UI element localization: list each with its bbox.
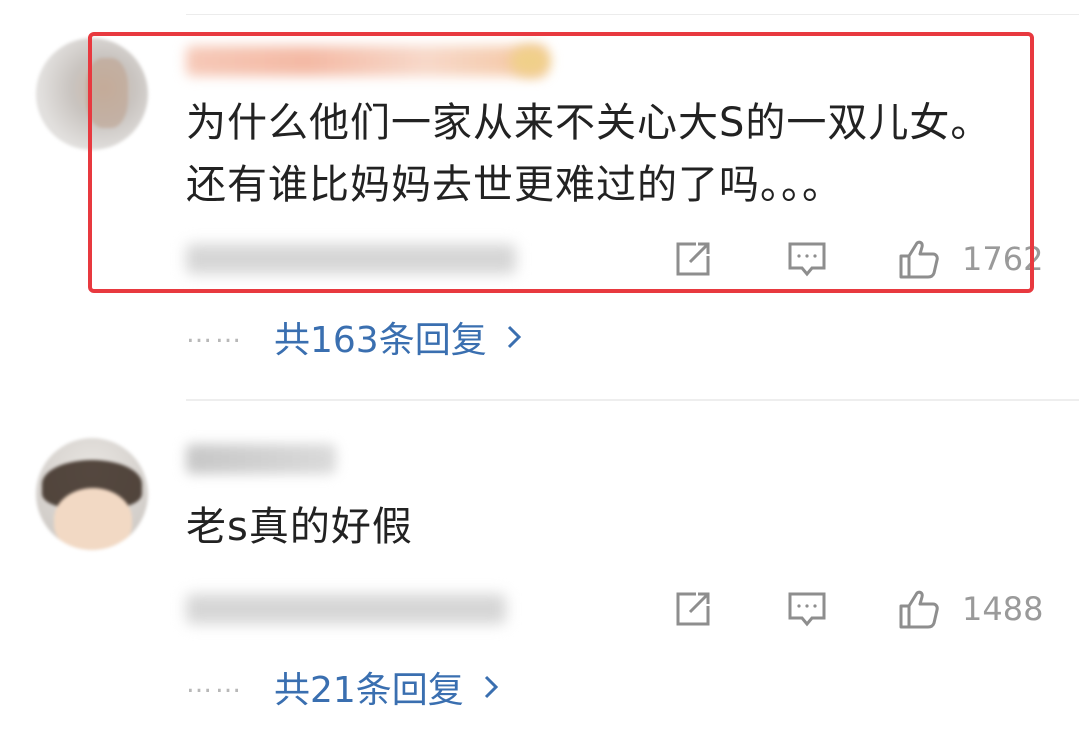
like-button[interactable]: 1488 [896, 584, 1043, 634]
reply-button[interactable] [784, 234, 830, 284]
reply-button[interactable] [784, 584, 830, 634]
comment-actions: 1762 [670, 234, 1070, 284]
comment-meta-blurred [186, 244, 516, 274]
comment-icon [788, 592, 826, 627]
username-blurred[interactable] [186, 444, 336, 474]
replies-dots: …… [186, 319, 244, 349]
thumbs-up-icon [899, 240, 939, 279]
avatar[interactable] [36, 438, 148, 550]
username-blurred[interactable] [186, 46, 546, 76]
share-button[interactable] [670, 234, 716, 284]
view-replies-link[interactable]: …… 共21条回复 [186, 664, 500, 711]
replies-count-label: 共163条回复 [274, 320, 487, 361]
thumbs-up-icon [899, 590, 939, 629]
chevron-right-icon [484, 675, 498, 699]
comment-meta-blurred [186, 594, 506, 624]
avatar[interactable] [36, 38, 148, 150]
comment-text: 老s真的好假 [186, 504, 413, 550]
share-icon [676, 592, 710, 626]
comment-actions: 1488 [670, 584, 1070, 634]
comment-icon [788, 242, 826, 277]
like-count: 1762 [962, 240, 1044, 278]
like-count: 1488 [962, 590, 1044, 628]
user-badge-blurred [510, 46, 550, 76]
view-replies-link[interactable]: …… 共163条回复 [186, 314, 523, 361]
replies-dots: …… [186, 669, 244, 699]
comment-item-1: 为什么他们一家从来不关心大S的一双儿女。还有谁比妈妈去世更难过的了吗。。。 17… [0, 0, 1079, 380]
share-button[interactable] [670, 584, 716, 634]
comment-item-2: 老s真的好假 1488 …… 共21条回复 [0, 400, 1079, 730]
chevron-right-icon [507, 325, 521, 349]
like-button[interactable]: 1762 [896, 234, 1043, 284]
comment-text: 为什么他们一家从来不关心大S的一双儿女。还有谁比妈妈去世更难过的了吗。。。 [186, 100, 992, 208]
share-icon [676, 242, 710, 276]
replies-count-label: 共21条回复 [274, 670, 464, 711]
